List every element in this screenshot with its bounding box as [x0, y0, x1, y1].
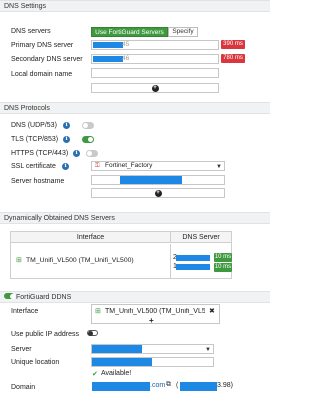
- info-icon[interactable]: i: [63, 136, 70, 143]
- ddns-server-select[interactable]: ▼: [91, 344, 214, 354]
- info-icon[interactable]: i: [73, 150, 80, 157]
- ddns-interface-label: Interface: [11, 308, 39, 315]
- local-domain-label: Local domain name: [11, 71, 73, 78]
- unique-location-input[interactable]: [91, 357, 214, 367]
- primary-dns-latency-badge: 390 ms: [221, 40, 245, 49]
- interface-name: TM_Unifi_VL500 (TM_Unifi_VL500): [26, 257, 134, 264]
- ssl-certificate-value: Fortinet_Factory: [105, 162, 153, 169]
- section-header-dns-settings: DNS Settings: [0, 0, 270, 12]
- fortiguard-ddns-toggle[interactable]: [4, 293, 15, 299]
- add-icon[interactable]: +: [154, 190, 162, 197]
- dns-servers-label: DNS servers: [11, 28, 51, 35]
- table-header-row: Interface DNS Server: [11, 232, 231, 243]
- dynamic-dns-table: Interface DNS Server ⊞ TM_Unifi_VL500 (T…: [10, 231, 232, 279]
- dns-udp-toggle[interactable]: [82, 122, 94, 129]
- column-divider: [170, 244, 171, 279]
- remove-icon[interactable]: ✖: [209, 307, 215, 315]
- table-row[interactable]: ⊞ TM_Unifi_VL500 (TM_Unifi_VL500) 2 1 10…: [11, 244, 232, 279]
- chevron-down-icon: ▼: [216, 164, 222, 170]
- dns-server-latency-badge: 10 ms: [214, 253, 232, 262]
- local-domain-input[interactable]: [91, 68, 219, 78]
- add-icon[interactable]: +: [149, 316, 154, 325]
- redacted-value: [93, 56, 123, 62]
- chevron-down-icon: ▼: [205, 347, 211, 353]
- add-server-hostname-bar[interactable]: +: [91, 188, 225, 198]
- ddns-interface-select[interactable]: ⊞ TM_Unifi_VL500 (TM_Unifi_VL5( ✖ +: [91, 304, 220, 325]
- section-header-dynamic-dns: Dynamically Obtained DNS Servers: [0, 212, 270, 224]
- ddns-domain-link[interactable]: .com: [150, 382, 165, 389]
- ssl-certificate-label: SSL certificate: [11, 163, 56, 170]
- certificate-icon: ⚿: [95, 163, 100, 169]
- column-header-interface: Interface: [76, 234, 105, 241]
- redacted-value: [92, 382, 150, 391]
- interface-port-icon: ⊞: [16, 257, 22, 264]
- redacted-value: [92, 358, 152, 366]
- add-icon[interactable]: +: [151, 85, 159, 92]
- secondary-dns-value: 46: [122, 55, 130, 62]
- column-header-dns-server: DNS Server: [170, 232, 231, 243]
- ddns-header-label: FortiGuard DDNS: [16, 294, 72, 301]
- server-hostname-input[interactable]: [91, 175, 225, 185]
- primary-dns-label: Primary DNS server: [11, 42, 74, 49]
- use-public-ip-label: Use public IP address: [11, 331, 79, 338]
- ssl-certificate-select[interactable]: ⚿ Fortinet_Factory ▼: [91, 161, 225, 171]
- interface-port-icon: ⊞: [95, 308, 101, 315]
- redacted-value: [92, 345, 142, 353]
- secondary-dns-input[interactable]: 46: [91, 54, 219, 64]
- specify-servers-option[interactable]: Specify: [168, 27, 198, 37]
- dns-udp-label: DNS (UDP/53): [11, 122, 57, 129]
- dns-https-toggle[interactable]: [86, 150, 98, 157]
- redacted-value: [176, 255, 210, 261]
- dns-tls-label: TLS (TCP/853): [11, 136, 59, 143]
- dns-tls-toggle[interactable]: [82, 136, 94, 143]
- primary-dns-value: 45: [122, 41, 130, 48]
- ddns-domain-ip: 3.98): [217, 382, 233, 389]
- server-hostname-label: Server hostname: [11, 178, 65, 185]
- use-public-ip-toggle[interactable]: [87, 330, 98, 336]
- ddns-domain-label: Domain: [11, 384, 36, 391]
- check-icon: ✔: [92, 371, 98, 378]
- section-header-dns-protocols: DNS Protocols: [0, 102, 270, 114]
- dns-https-label: HTTPS (TCP/443): [11, 150, 69, 157]
- redacted-value: [176, 264, 210, 270]
- open-paren: (: [176, 382, 179, 389]
- ddns-interface-value: TM_Unifi_VL500 (TM_Unifi_VL5(: [105, 308, 205, 315]
- redacted-value: [93, 42, 123, 48]
- external-link-icon[interactable]: ⧉: [166, 381, 171, 389]
- secondary-dns-label: Secondary DNS server: [11, 56, 83, 63]
- dns-server-latency-badge: 10 ms: [214, 263, 232, 272]
- unique-location-label: Unique location: [11, 359, 60, 366]
- redacted-value: [120, 176, 182, 184]
- info-icon[interactable]: i: [63, 122, 70, 129]
- use-fortiguard-servers-option[interactable]: Use FortiGuard Servers: [91, 27, 168, 37]
- ddns-server-label: Server: [11, 346, 32, 353]
- availability-status: Available!: [101, 370, 132, 377]
- info-icon[interactable]: i: [62, 163, 69, 170]
- secondary-dns-latency-badge: 780 ms: [221, 54, 245, 63]
- section-header-fortiguard-ddns: FortiGuard DDNS: [0, 291, 270, 303]
- primary-dns-input[interactable]: 45: [91, 40, 219, 50]
- add-local-domain-bar[interactable]: +: [91, 83, 219, 93]
- redacted-value: [180, 382, 217, 391]
